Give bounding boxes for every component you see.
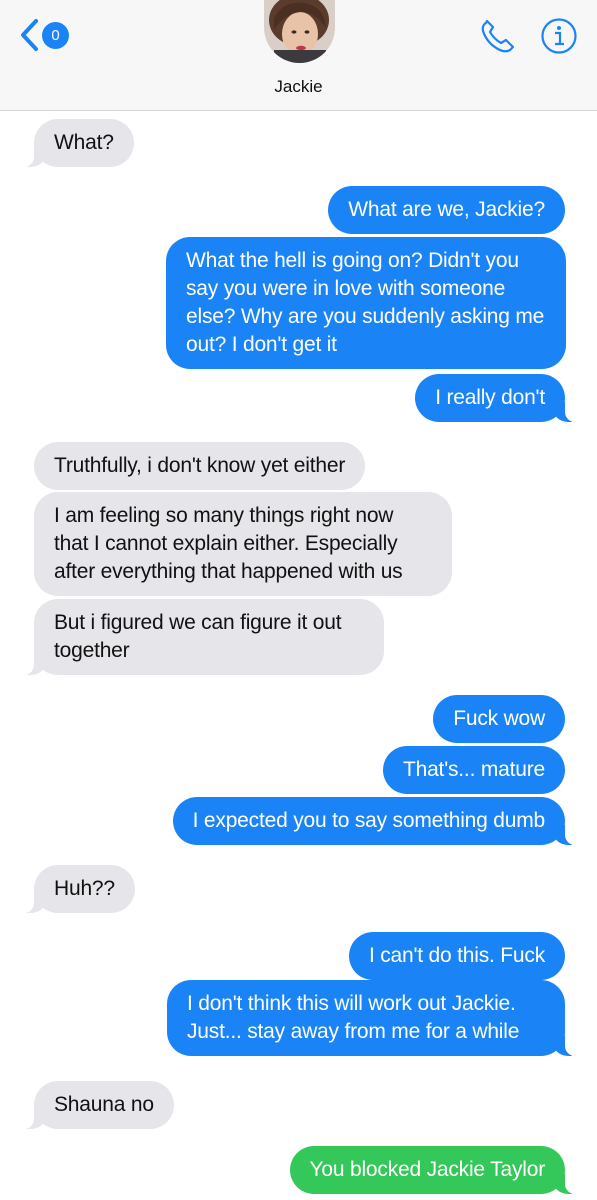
outgoing-message[interactable]: I really don't <box>415 374 575 422</box>
outgoing-message[interactable]: I can't do this. Fuck <box>348 932 565 980</box>
outgoing-message[interactable]: That's... mature <box>382 746 565 794</box>
incoming-message[interactable]: I am feeling so many things right now th… <box>34 492 452 596</box>
outgoing-message[interactable]: I expected you to say something dumb <box>172 797 576 845</box>
blocked-notice-message[interactable]: You blocked Jackie Taylor <box>289 1146 575 1194</box>
incoming-message[interactable]: Truthfully, i don't know yet either <box>34 442 366 490</box>
incoming-message[interactable]: What? <box>24 119 134 167</box>
phone-icon[interactable] <box>478 19 518 55</box>
contact-avatar[interactable] <box>264 0 335 63</box>
info-icon[interactable] <box>540 17 578 55</box>
unread-count-badge: 0 <box>42 21 69 49</box>
outgoing-message[interactable]: Fuck wow <box>433 695 565 743</box>
incoming-message[interactable]: But i figured we can figure it out toget… <box>24 599 384 675</box>
conversation-header: 0 Jackie <box>0 0 597 111</box>
incoming-message[interactable]: Shauna no <box>24 1081 174 1129</box>
chevron-left-icon <box>21 19 38 51</box>
outgoing-message[interactable]: What the hell is going on? Didn't you sa… <box>166 237 566 369</box>
contact-name[interactable]: Jackie <box>0 77 597 97</box>
incoming-message[interactable]: Huh?? <box>24 865 135 913</box>
back-button[interactable]: 0 <box>18 18 78 52</box>
outgoing-message[interactable]: What are we, Jackie? <box>328 186 565 234</box>
message-thread: What? What are we, Jackie? What the hell… <box>0 111 597 1200</box>
outgoing-message[interactable]: I don't think this will work out Jackie.… <box>167 980 575 1056</box>
